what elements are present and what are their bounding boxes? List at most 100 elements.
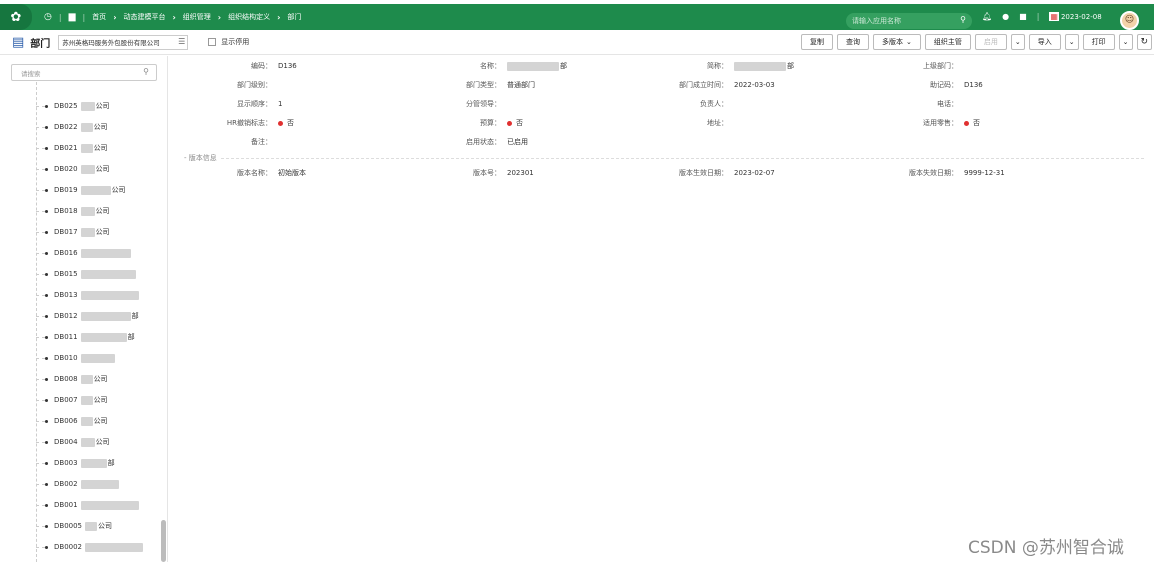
print-dropdown-button[interactable]: ⌄	[1118, 34, 1133, 50]
breadcrumb-home[interactable]: 首页	[92, 12, 106, 22]
chat-icon[interactable]: ●	[1002, 12, 1009, 21]
form-field[interactable]: 电话：	[878, 98, 964, 110]
enable-dropdown-button[interactable]: ⌄	[1010, 34, 1025, 50]
tree-node-dot	[45, 356, 48, 360]
form-field[interactable]: 版本号： 202301	[421, 167, 534, 179]
tree-item[interactable]: DB010	[36, 352, 116, 364]
chevron-right-icon: ›	[217, 12, 222, 22]
form-field[interactable]: 编码： D136	[192, 60, 297, 72]
field-label: 备注：	[251, 138, 272, 146]
field-value-text: 否	[973, 119, 980, 127]
field-value-text: D136	[278, 62, 297, 70]
query-button[interactable]: 查询	[837, 34, 869, 50]
tree-item[interactable]: DB012 部	[36, 310, 139, 322]
tree-item[interactable]: DB011 部	[36, 331, 135, 343]
tree-scrollbar[interactable]	[161, 520, 166, 562]
watermark: CSDN @苏州智合诚	[968, 538, 1124, 558]
tree-search-input[interactable]: 请搜索 ⚲	[11, 64, 157, 81]
form-field[interactable]: 备注：	[192, 136, 278, 148]
clock-icon[interactable]: ◷	[44, 12, 52, 22]
tree-node-dot	[45, 377, 48, 381]
form-field[interactable]: 部门类型： 普通部门	[421, 79, 535, 91]
form-field[interactable]: 适用零售： 否	[878, 117, 980, 129]
print-button[interactable]: 打印	[1082, 34, 1115, 50]
show-disabled-checkbox[interactable]: 显示停用	[208, 37, 249, 47]
tree-node-dot	[45, 419, 48, 423]
version-info-section-title: - 版本信息	[184, 154, 217, 162]
refresh-button[interactable]: ↻	[1136, 34, 1153, 50]
form-field[interactable]: 上级部门：	[878, 60, 964, 72]
field-value-text: 9999-12-31	[964, 169, 1005, 177]
breadcrumb-org-structure[interactable]: 组织结构定义	[228, 12, 270, 22]
form-field[interactable]: 负责人：	[648, 98, 734, 110]
form-field[interactable]: 助记码： D136	[878, 79, 983, 91]
form-field[interactable]: 分管领导：	[421, 98, 507, 110]
tree-item[interactable]: DB013	[36, 289, 140, 301]
field-value-text: 202301	[507, 169, 534, 177]
field-label: 负责人：	[700, 100, 728, 108]
tree-branch-line	[36, 378, 45, 380]
tree-item[interactable]: DB0005 公司	[36, 520, 112, 532]
bell-icon[interactable]: 🔔︎	[982, 12, 992, 21]
form-field[interactable]: 名称： 部	[421, 60, 567, 72]
form-field[interactable]: 版本失效日期： 9999-12-31	[878, 167, 1005, 179]
tree-branch-line	[36, 357, 45, 359]
redacted-name	[80, 269, 136, 279]
breadcrumb-org-management[interactable]: 组织管理	[183, 12, 211, 22]
tree-item[interactable]: DB001	[36, 499, 140, 511]
tree-item-suffix: 公司	[98, 522, 113, 530]
divider: |	[1036, 12, 1040, 21]
tree-item[interactable]: DB015	[36, 268, 137, 280]
form-field[interactable]: 地址：	[648, 117, 734, 129]
form-field[interactable]: HR撤销标志： 否	[192, 117, 294, 129]
tree-item[interactable]: DB022 公司	[36, 121, 108, 133]
tree-item[interactable]: DB006 公司	[36, 415, 108, 427]
tree-item[interactable]: DB004 公司	[36, 436, 110, 448]
import-dropdown-button[interactable]: ⌄	[1064, 34, 1079, 50]
tree-item[interactable]: DB007 公司	[36, 394, 108, 406]
form-field[interactable]: 版本生效日期： 2023-02-07	[648, 167, 775, 179]
field-label: 地址：	[707, 119, 728, 127]
tree-item[interactable]: DB025 公司	[36, 100, 110, 112]
form-field[interactable]: 版本名称： 初始版本	[192, 167, 306, 179]
org-selector[interactable]: 苏州英格玛服务外包股份有限公司 ☰	[58, 34, 189, 50]
video-icon[interactable]: ■	[1019, 12, 1027, 21]
tree-item[interactable]: DB021 公司	[36, 142, 108, 154]
tree-item-code: DB018	[54, 207, 78, 215]
tree-item-code: DB004	[54, 438, 78, 446]
tree-item[interactable]: DB016	[36, 247, 132, 259]
tree-node-dot	[45, 545, 48, 549]
copy-button[interactable]: 复制	[801, 34, 833, 50]
tree-item-code: DB006	[54, 417, 78, 425]
app-logo-icon[interactable]: ✿	[0, 4, 32, 30]
current-date[interactable]: ▦ 2023-02-08	[1049, 12, 1102, 21]
list-icon[interactable]: ☰	[178, 37, 185, 46]
form-field[interactable]: 部门成立时间： 2022-03-03	[648, 79, 775, 91]
tree-item[interactable]: DB019 公司	[36, 184, 126, 196]
tree-item[interactable]: DB008 公司	[36, 373, 108, 385]
avatar[interactable]: ☺	[1120, 11, 1139, 30]
enable-button[interactable]: 启用	[974, 34, 1007, 50]
tree-item[interactable]: DB002	[36, 478, 120, 490]
import-button[interactable]: 导入	[1028, 34, 1061, 50]
search-icon[interactable]: ⚲	[143, 67, 149, 76]
tree-item[interactable]: DB003 部	[36, 457, 115, 469]
org-manager-button[interactable]: 组织主管	[924, 34, 971, 50]
field-value: 否	[964, 118, 980, 128]
form-field[interactable]: 部门级别：	[192, 79, 278, 91]
tree-item[interactable]: DB017 公司	[36, 226, 110, 238]
tree-item[interactable]: DB0002	[36, 541, 144, 553]
search-icon[interactable]: ⚲	[960, 15, 966, 24]
tree-item[interactable]: DB020 公司	[36, 163, 110, 175]
tree-item[interactable]: DB018 公司	[36, 205, 110, 217]
org-selector-value: 苏州英格玛服务外包股份有限公司	[62, 39, 160, 47]
breadcrumb-platform[interactable]: 动态建模平台	[123, 12, 165, 22]
form-field[interactable]: 显示顺序： 1	[192, 98, 282, 110]
document-icon[interactable]: ▆	[69, 12, 76, 22]
form-field[interactable]: 启用状态： 已启用	[421, 136, 528, 148]
form-field[interactable]: 预算： 否	[421, 117, 523, 129]
checkbox-box[interactable]	[208, 38, 217, 46]
multiversion-button[interactable]: 多版本 ⌄	[873, 34, 921, 50]
form-field[interactable]: 简称： 部	[648, 60, 794, 72]
app-search-input[interactable]: 请输入应用名称 ⚲	[846, 13, 972, 29]
